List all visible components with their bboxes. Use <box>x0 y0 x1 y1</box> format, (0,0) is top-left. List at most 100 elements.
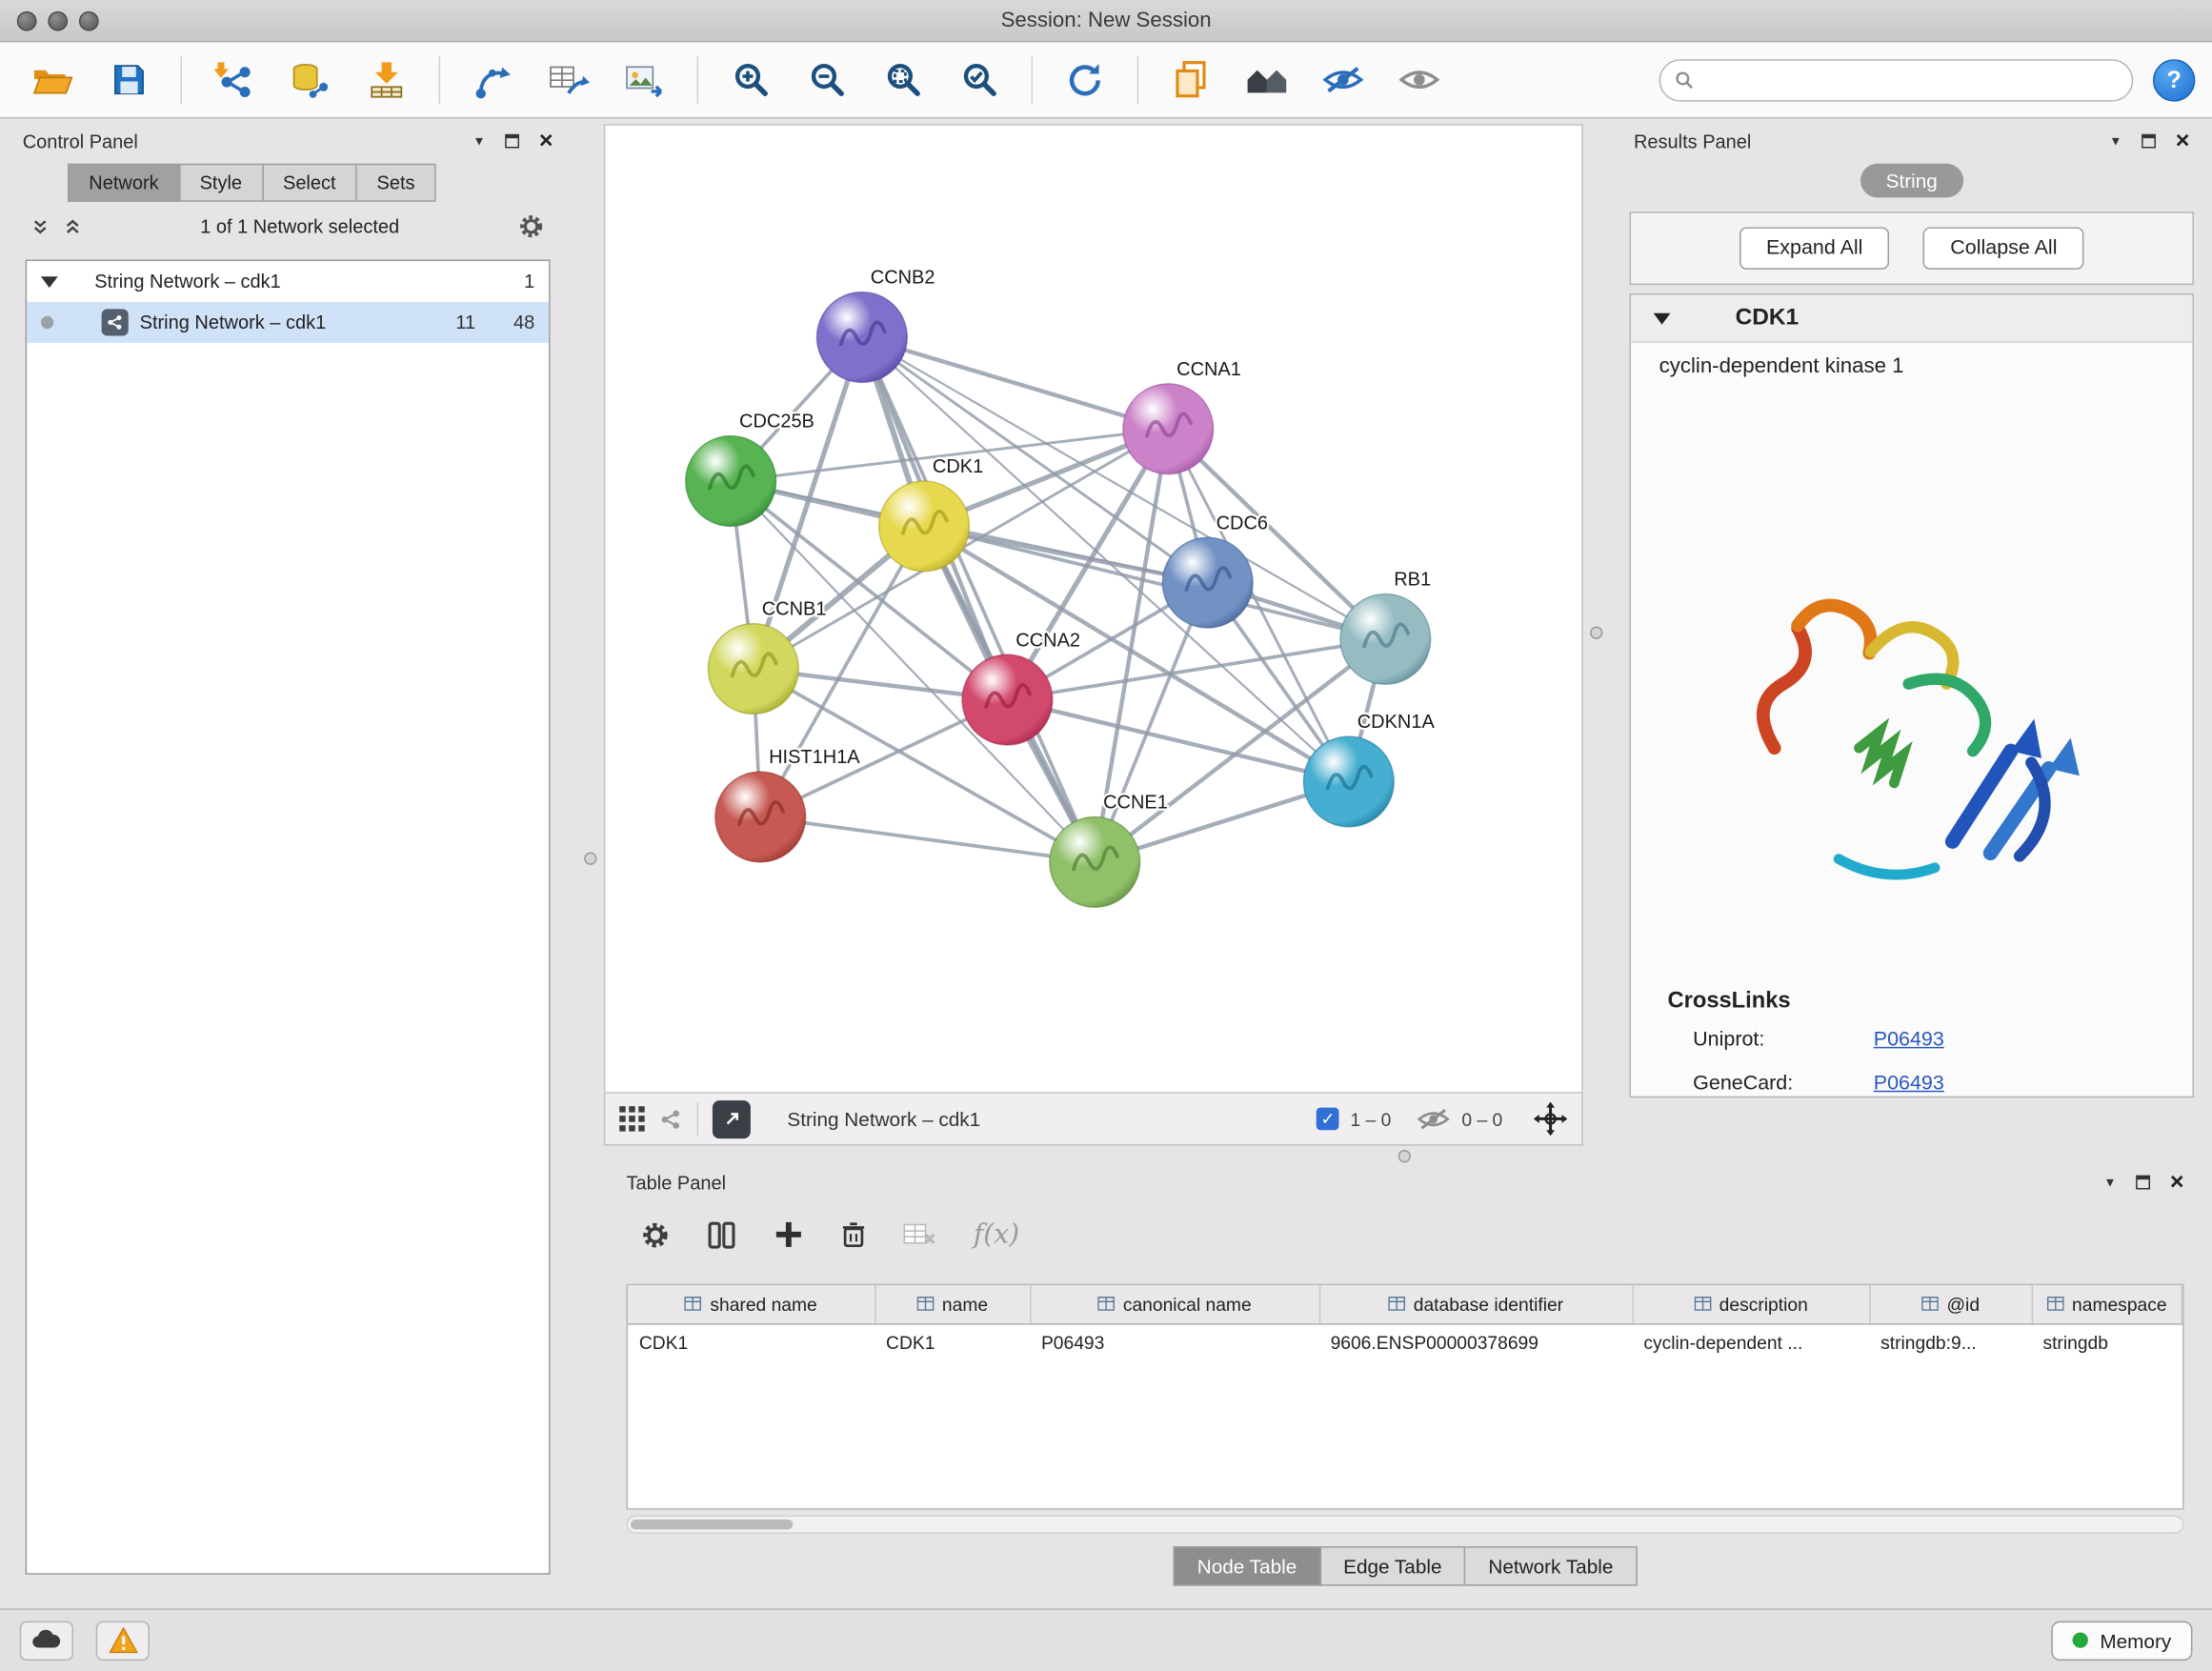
tab-style[interactable]: Style <box>178 164 261 202</box>
home-networks-button[interactable] <box>1232 49 1302 111</box>
panel-menu-icon[interactable]: ▼ <box>2103 1176 2116 1190</box>
delete-column-icon[interactable] <box>841 1220 867 1249</box>
apply-layout-button[interactable] <box>1050 49 1120 111</box>
network-edge[interactable] <box>862 337 1095 862</box>
new-network-button[interactable] <box>457 49 528 111</box>
network-row-selected[interactable]: String Network – cdk1 11 48 <box>27 302 549 343</box>
table-cell[interactable]: CDK1 <box>875 1323 1030 1360</box>
panel-close-icon[interactable]: × <box>539 134 553 149</box>
show-columns-icon[interactable] <box>707 1219 736 1249</box>
column-header[interactable]: description <box>1632 1285 1869 1323</box>
network-node-CDK1[interactable] <box>879 481 970 572</box>
window-minimize-button[interactable] <box>48 11 68 31</box>
share-view-icon[interactable] <box>659 1107 683 1131</box>
network-node-RB1[interactable] <box>1340 594 1431 684</box>
gear-icon[interactable] <box>518 212 545 239</box>
string-results-tab[interactable]: String <box>1860 164 1962 198</box>
tab-select[interactable]: Select <box>262 164 356 202</box>
hide-selected-button[interactable] <box>1308 49 1378 111</box>
network-collection-row[interactable]: String Network – cdk1 1 <box>27 261 549 302</box>
collapse-all-button[interactable]: Collapse All <box>1923 227 2083 269</box>
add-column-icon[interactable] <box>774 1219 805 1251</box>
disclosure-triangle-icon[interactable] <box>41 276 58 288</box>
selected-checkbox-icon[interactable]: ✓ <box>1317 1108 1339 1131</box>
show-all-button[interactable] <box>1384 49 1455 111</box>
birds-eye-grid-icon[interactable] <box>619 1106 645 1132</box>
expand-all-icon[interactable] <box>64 216 82 234</box>
protein-header[interactable]: CDK1 <box>1631 295 2192 343</box>
zoom-out-button[interactable] <box>792 49 862 111</box>
column-header[interactable]: namespace <box>2032 1285 2182 1323</box>
open-session-button[interactable] <box>17 49 88 111</box>
tab-sets[interactable]: Sets <box>355 164 435 202</box>
table-cell[interactable]: stringdb <box>2032 1323 2182 1360</box>
search-input[interactable] <box>1703 70 2118 91</box>
cloud-status-button[interactable] <box>20 1621 73 1660</box>
network-view-canvas[interactable]: CCNB2CCNA1CDC25BCDK1CDC6RB1CCNB1CCNA2CDK… <box>604 124 1583 1093</box>
zoom-selected-button[interactable] <box>944 49 1015 111</box>
panel-close-icon[interactable]: × <box>2176 134 2190 149</box>
table-cell[interactable]: 9606.ENSP00000378699 <box>1319 1323 1633 1360</box>
scrollbar-thumb[interactable] <box>631 1520 793 1529</box>
hidden-eye-slash-icon[interactable] <box>1417 1106 1451 1132</box>
genecard-link[interactable]: P06493 <box>1874 1073 1944 1096</box>
column-header[interactable]: shared name <box>628 1285 875 1323</box>
table-cell[interactable]: CDK1 <box>628 1323 875 1360</box>
window-close-button[interactable] <box>17 11 37 31</box>
table-cell[interactable]: stringdb:9... <box>1869 1323 2031 1360</box>
help-button[interactable]: ? <box>2153 58 2195 100</box>
column-header[interactable]: @id <box>1869 1285 2031 1323</box>
column-header[interactable]: canonical name <box>1030 1285 1319 1323</box>
panel-float-icon[interactable] <box>2142 134 2156 149</box>
open-in-new-window-button[interactable] <box>713 1099 751 1137</box>
table-settings-gear-icon[interactable] <box>640 1219 670 1249</box>
network-node-CDC6[interactable] <box>1162 537 1253 628</box>
zoom-fit-button[interactable] <box>868 49 938 111</box>
table-row[interactable]: CDK1CDK1P064939606.ENSP00000378699cyclin… <box>628 1323 2182 1360</box>
table-horizontal-scrollbar[interactable] <box>627 1516 2184 1534</box>
network-node-CDKN1A[interactable] <box>1303 736 1394 827</box>
export-image-button[interactable] <box>610 49 680 111</box>
network-edge[interactable] <box>760 816 1095 861</box>
table-cell[interactable]: P06493 <box>1030 1323 1319 1360</box>
panel-menu-icon[interactable]: ▼ <box>2109 134 2122 149</box>
network-node-HIST1H1A[interactable] <box>715 772 806 862</box>
tab-edge-table[interactable]: Edge Table <box>1319 1546 1464 1585</box>
right-splitter-handle[interactable] <box>1590 627 1602 639</box>
network-edge[interactable] <box>924 526 1385 638</box>
network-edge[interactable] <box>862 337 1168 429</box>
uniprot-link[interactable]: P06493 <box>1874 1029 1944 1052</box>
panel-float-icon[interactable] <box>2136 1176 2150 1190</box>
table-cell[interactable]: cyclin-dependent ... <box>1632 1323 1869 1360</box>
network-node-CCNB1[interactable] <box>708 624 798 715</box>
tab-network[interactable]: Network <box>68 164 178 202</box>
panel-menu-icon[interactable]: ▼ <box>473 134 485 149</box>
import-table-button[interactable] <box>352 49 422 111</box>
save-session-button[interactable] <box>93 49 164 111</box>
warnings-button[interactable] <box>96 1621 150 1660</box>
import-network-file-button[interactable] <box>199 49 270 111</box>
memory-button[interactable]: Memory <box>2052 1621 2192 1660</box>
zoom-in-button[interactable] <box>715 49 786 111</box>
duplicate-network-button[interactable] <box>1156 49 1226 111</box>
fit-crosshair-icon[interactable] <box>1534 1102 1568 1137</box>
network-node-CCNE1[interactable] <box>1050 816 1140 907</box>
network-node-CCNA2[interactable] <box>962 654 1053 745</box>
column-header[interactable]: name <box>875 1285 1030 1323</box>
tab-network-table[interactable]: Network Table <box>1464 1546 1637 1585</box>
network-node-CCNB2[interactable] <box>816 292 907 383</box>
bottom-splitter-handle[interactable] <box>1398 1150 1411 1162</box>
left-splitter-handle[interactable] <box>584 853 596 865</box>
disclosure-triangle-icon[interactable] <box>1654 312 1671 324</box>
panel-float-icon[interactable] <box>505 134 519 149</box>
network-node-CDC25B[interactable] <box>686 436 776 527</box>
import-network-database-button[interactable] <box>275 49 346 111</box>
expand-all-button[interactable]: Expand All <box>1739 227 1890 269</box>
tab-node-table[interactable]: Node Table <box>1174 1546 1319 1585</box>
panel-close-icon[interactable]: × <box>2170 1176 2184 1190</box>
column-header[interactable]: database identifier <box>1319 1285 1633 1323</box>
network-node-CCNA1[interactable] <box>1123 384 1214 474</box>
window-zoom-button[interactable] <box>79 11 99 31</box>
new-network-from-table-button[interactable] <box>533 49 604 111</box>
collapse-all-icon[interactable] <box>31 216 50 234</box>
